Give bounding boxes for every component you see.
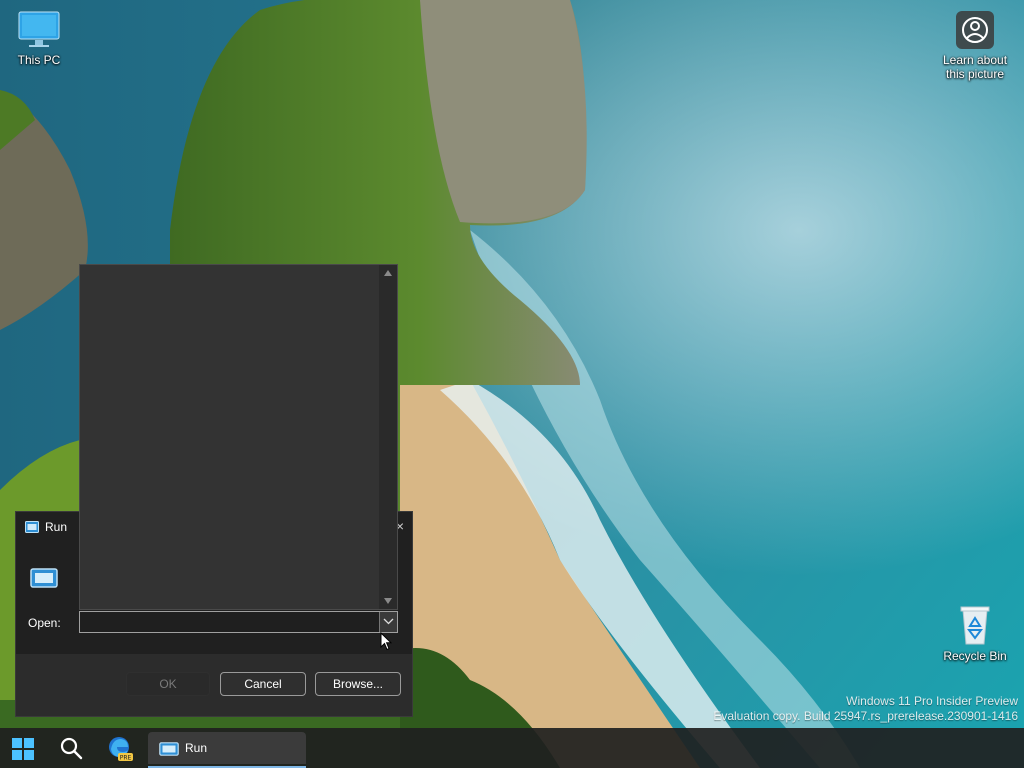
open-label: Open: xyxy=(28,616,61,630)
learn-about-picture-label: Learn about this picture xyxy=(942,53,1008,81)
browse-button[interactable]: Browse... xyxy=(315,672,401,696)
edge-canary-icon: PRE xyxy=(109,737,133,762)
run-icon xyxy=(159,742,179,756)
windows-watermark: Windows 11 Pro Insider Preview Evaluatio… xyxy=(713,694,1018,724)
recycle-bin-icon xyxy=(960,606,990,645)
scroll-down-arrow-icon[interactable] xyxy=(384,598,392,604)
taskbar-run-label: Run xyxy=(185,741,208,755)
cancel-button[interactable]: Cancel xyxy=(220,672,306,696)
run-dialog-footer: OK Cancel Browse... xyxy=(16,654,412,716)
ok-button[interactable]: OK xyxy=(126,672,210,696)
camera-circle-icon xyxy=(956,11,994,49)
run-title: Run xyxy=(45,520,68,534)
open-history-dropdown[interactable] xyxy=(79,264,398,610)
windows-start-icon xyxy=(12,738,34,760)
this-pc-desktop-icon[interactable]: This PC xyxy=(8,10,70,67)
scroll-up-arrow-icon[interactable] xyxy=(384,270,392,276)
start-button[interactable] xyxy=(6,732,40,764)
taskbar: PRE Run xyxy=(0,728,1024,768)
learn-about-picture-desktop-icon[interactable]: Learn about this picture xyxy=(936,10,1014,81)
search-button[interactable] xyxy=(54,732,88,764)
monitor-icon xyxy=(18,11,60,47)
run-large-icon xyxy=(30,568,58,588)
mouse-cursor-icon xyxy=(380,632,392,651)
svg-text:PRE: PRE xyxy=(120,755,132,762)
watermark-edition: Windows 11 Pro Insider Preview xyxy=(846,694,1018,708)
open-input[interactable] xyxy=(80,612,376,632)
this-pc-label: This PC xyxy=(17,53,61,67)
recycle-bin-label: Recycle Bin xyxy=(943,649,1007,663)
taskbar-run-button[interactable]: Run xyxy=(148,732,306,768)
open-combobox[interactable] xyxy=(79,611,398,633)
watermark-build: Evaluation copy. Build 25947.rs_prerelea… xyxy=(713,709,1018,723)
edge-button[interactable]: PRE xyxy=(102,732,136,764)
chevron-down-icon xyxy=(383,618,394,625)
combobox-dropdown-button[interactable] xyxy=(379,612,397,632)
search-icon xyxy=(60,737,83,760)
run-icon xyxy=(25,521,39,533)
recycle-bin-desktop-icon[interactable]: Recycle Bin xyxy=(938,604,1012,663)
dropdown-scrollbar[interactable] xyxy=(379,265,397,609)
